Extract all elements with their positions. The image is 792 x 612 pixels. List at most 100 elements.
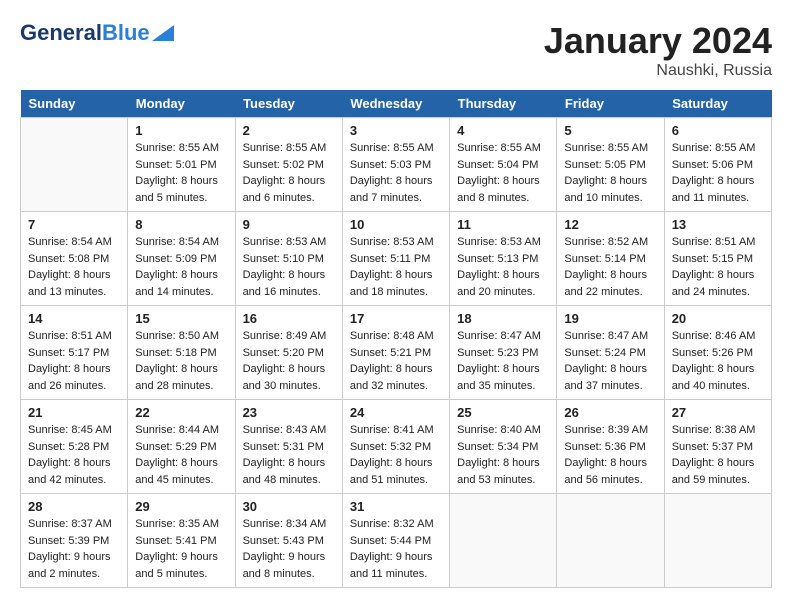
- calendar-header-row: SundayMondayTuesdayWednesdayThursdayFrid…: [21, 90, 772, 118]
- calendar-cell: 19 Sunrise: 8:47 AMSunset: 5:24 PMDayligh…: [557, 306, 664, 400]
- day-info: Sunrise: 8:49 AMSunset: 5:20 PMDaylight:…: [243, 328, 335, 394]
- day-info: Sunrise: 8:53 AMSunset: 5:10 PMDaylight:…: [243, 234, 335, 300]
- col-header-monday: Monday: [128, 90, 235, 118]
- day-info: Sunrise: 8:45 AMSunset: 5:28 PMDaylight:…: [28, 422, 120, 488]
- day-number: 19: [564, 311, 656, 326]
- calendar-cell: [664, 494, 771, 588]
- col-header-friday: Friday: [557, 90, 664, 118]
- day-info: Sunrise: 8:52 AMSunset: 5:14 PMDaylight:…: [564, 234, 656, 300]
- calendar-cell: [450, 494, 557, 588]
- day-info: Sunrise: 8:46 AMSunset: 5:26 PMDaylight:…: [672, 328, 764, 394]
- calendar-cell: 27 Sunrise: 8:38 AMSunset: 5:37 PMDayligh…: [664, 400, 771, 494]
- day-number: 9: [243, 217, 335, 232]
- calendar-week-row: 28 Sunrise: 8:37 AMSunset: 5:39 PMDayligh…: [21, 494, 772, 588]
- calendar-cell: 6 Sunrise: 8:55 AMSunset: 5:06 PMDaylight…: [664, 118, 771, 212]
- calendar-cell: 28 Sunrise: 8:37 AMSunset: 5:39 PMDayligh…: [21, 494, 128, 588]
- day-number: 3: [350, 123, 442, 138]
- calendar-cell: 15 Sunrise: 8:50 AMSunset: 5:18 PMDayligh…: [128, 306, 235, 400]
- day-info: Sunrise: 8:44 AMSunset: 5:29 PMDaylight:…: [135, 422, 227, 488]
- month-title: January 2024: [544, 20, 772, 62]
- calendar-cell: 21 Sunrise: 8:45 AMSunset: 5:28 PMDayligh…: [21, 400, 128, 494]
- logo-blue: Blue: [102, 20, 150, 46]
- day-number: 22: [135, 405, 227, 420]
- day-number: 11: [457, 217, 549, 232]
- day-info: Sunrise: 8:41 AMSunset: 5:32 PMDaylight:…: [350, 422, 442, 488]
- day-number: 6: [672, 123, 764, 138]
- calendar-cell: 31Sunrise: 8:32 AMSunset: 5:44 PMDayligh…: [342, 494, 449, 588]
- calendar-week-row: 14 Sunrise: 8:51 AMSunset: 5:17 PMDayligh…: [21, 306, 772, 400]
- day-info: Sunrise: 8:55 AMSunset: 5:03 PMDaylight:…: [350, 140, 442, 206]
- day-info: Sunrise: 8:54 AMSunset: 5:09 PMDaylight:…: [135, 234, 227, 300]
- calendar-week-row: 21 Sunrise: 8:45 AMSunset: 5:28 PMDayligh…: [21, 400, 772, 494]
- col-header-sunday: Sunday: [21, 90, 128, 118]
- day-number: 2: [243, 123, 335, 138]
- day-number: 17: [350, 311, 442, 326]
- calendar-cell: 18 Sunrise: 8:47 AMSunset: 5:23 PMDayligh…: [450, 306, 557, 400]
- calendar-cell: 5Sunrise: 8:55 AMSunset: 5:05 PMDaylight…: [557, 118, 664, 212]
- day-number: 13: [672, 217, 764, 232]
- day-number: 15: [135, 311, 227, 326]
- day-info: Sunrise: 8:53 AMSunset: 5:11 PMDaylight:…: [350, 234, 442, 300]
- day-info: Sunrise: 8:47 AMSunset: 5:23 PMDaylight:…: [457, 328, 549, 394]
- day-number: 20: [672, 311, 764, 326]
- day-number: 1: [135, 123, 227, 138]
- day-number: 29: [135, 499, 227, 514]
- day-number: 12: [564, 217, 656, 232]
- calendar-week-row: 7Sunrise: 8:54 AMSunset: 5:08 PMDaylight…: [21, 212, 772, 306]
- calendar-cell: 8 Sunrise: 8:54 AMSunset: 5:09 PMDaylight…: [128, 212, 235, 306]
- location: Naushki, Russia: [544, 62, 772, 80]
- day-info: Sunrise: 8:35 AMSunset: 5:41 PMDaylight:…: [135, 516, 227, 582]
- col-header-thursday: Thursday: [450, 90, 557, 118]
- calendar-cell: 24 Sunrise: 8:41 AMSunset: 5:32 PMDayligh…: [342, 400, 449, 494]
- calendar-cell: 14 Sunrise: 8:51 AMSunset: 5:17 PMDayligh…: [21, 306, 128, 400]
- col-header-tuesday: Tuesday: [235, 90, 342, 118]
- calendar-cell: 1 Sunrise: 8:55 AMSunset: 5:01 PMDaylight…: [128, 118, 235, 212]
- calendar-cell: 4Sunrise: 8:55 AMSunset: 5:04 PMDaylight…: [450, 118, 557, 212]
- calendar-cell: 12 Sunrise: 8:52 AMSunset: 5:14 PMDayligh…: [557, 212, 664, 306]
- day-info: Sunrise: 8:55 AMSunset: 5:01 PMDaylight:…: [135, 140, 227, 206]
- calendar-cell: 7Sunrise: 8:54 AMSunset: 5:08 PMDaylight…: [21, 212, 128, 306]
- day-number: 5: [564, 123, 656, 138]
- day-number: 10: [350, 217, 442, 232]
- calendar-cell: 23 Sunrise: 8:43 AMSunset: 5:31 PMDayligh…: [235, 400, 342, 494]
- calendar-cell: [557, 494, 664, 588]
- day-info: Sunrise: 8:47 AMSunset: 5:24 PMDaylight:…: [564, 328, 656, 394]
- calendar-table: SundayMondayTuesdayWednesdayThursdayFrid…: [20, 90, 772, 588]
- day-number: 24: [350, 405, 442, 420]
- day-number: 21: [28, 405, 120, 420]
- calendar-cell: 20 Sunrise: 8:46 AMSunset: 5:26 PMDayligh…: [664, 306, 771, 400]
- day-info: Sunrise: 8:55 AMSunset: 5:02 PMDaylight:…: [243, 140, 335, 206]
- day-info: Sunrise: 8:39 AMSunset: 5:36 PMDaylight:…: [564, 422, 656, 488]
- day-number: 31: [350, 499, 442, 514]
- day-info: Sunrise: 8:43 AMSunset: 5:31 PMDaylight:…: [243, 422, 335, 488]
- calendar-cell: 3 Sunrise: 8:55 AMSunset: 5:03 PMDaylight…: [342, 118, 449, 212]
- calendar-cell: 16Sunrise: 8:49 AMSunset: 5:20 PMDayligh…: [235, 306, 342, 400]
- calendar-cell: 10 Sunrise: 8:53 AMSunset: 5:11 PMDayligh…: [342, 212, 449, 306]
- day-info: Sunrise: 8:55 AMSunset: 5:06 PMDaylight:…: [672, 140, 764, 206]
- day-info: Sunrise: 8:51 AMSunset: 5:17 PMDaylight:…: [28, 328, 120, 394]
- day-info: Sunrise: 8:34 AMSunset: 5:43 PMDaylight:…: [243, 516, 335, 582]
- calendar-cell: 25Sunrise: 8:40 AMSunset: 5:34 PMDayligh…: [450, 400, 557, 494]
- day-info: Sunrise: 8:37 AMSunset: 5:39 PMDaylight:…: [28, 516, 120, 582]
- calendar-cell: 13 Sunrise: 8:51 AMSunset: 5:15 PMDayligh…: [664, 212, 771, 306]
- day-info: Sunrise: 8:53 AMSunset: 5:13 PMDaylight:…: [457, 234, 549, 300]
- calendar-cell: 30Sunrise: 8:34 AMSunset: 5:43 PMDayligh…: [235, 494, 342, 588]
- day-number: 14: [28, 311, 120, 326]
- day-number: 27: [672, 405, 764, 420]
- calendar-cell: 17 Sunrise: 8:48 AMSunset: 5:21 PMDayligh…: [342, 306, 449, 400]
- day-number: 23: [243, 405, 335, 420]
- day-info: Sunrise: 8:50 AMSunset: 5:18 PMDaylight:…: [135, 328, 227, 394]
- day-number: 18: [457, 311, 549, 326]
- calendar-week-row: 1 Sunrise: 8:55 AMSunset: 5:01 PMDaylight…: [21, 118, 772, 212]
- day-info: Sunrise: 8:48 AMSunset: 5:21 PMDaylight:…: [350, 328, 442, 394]
- logo: General Blue: [20, 20, 174, 46]
- day-number: 8: [135, 217, 227, 232]
- day-number: 28: [28, 499, 120, 514]
- calendar-cell: 2 Sunrise: 8:55 AMSunset: 5:02 PMDaylight…: [235, 118, 342, 212]
- day-number: 7: [28, 217, 120, 232]
- day-info: Sunrise: 8:38 AMSunset: 5:37 PMDaylight:…: [672, 422, 764, 488]
- calendar-cell: 29 Sunrise: 8:35 AMSunset: 5:41 PMDayligh…: [128, 494, 235, 588]
- day-info: Sunrise: 8:51 AMSunset: 5:15 PMDaylight:…: [672, 234, 764, 300]
- calendar-cell: 26Sunrise: 8:39 AMSunset: 5:36 PMDayligh…: [557, 400, 664, 494]
- day-number: 25: [457, 405, 549, 420]
